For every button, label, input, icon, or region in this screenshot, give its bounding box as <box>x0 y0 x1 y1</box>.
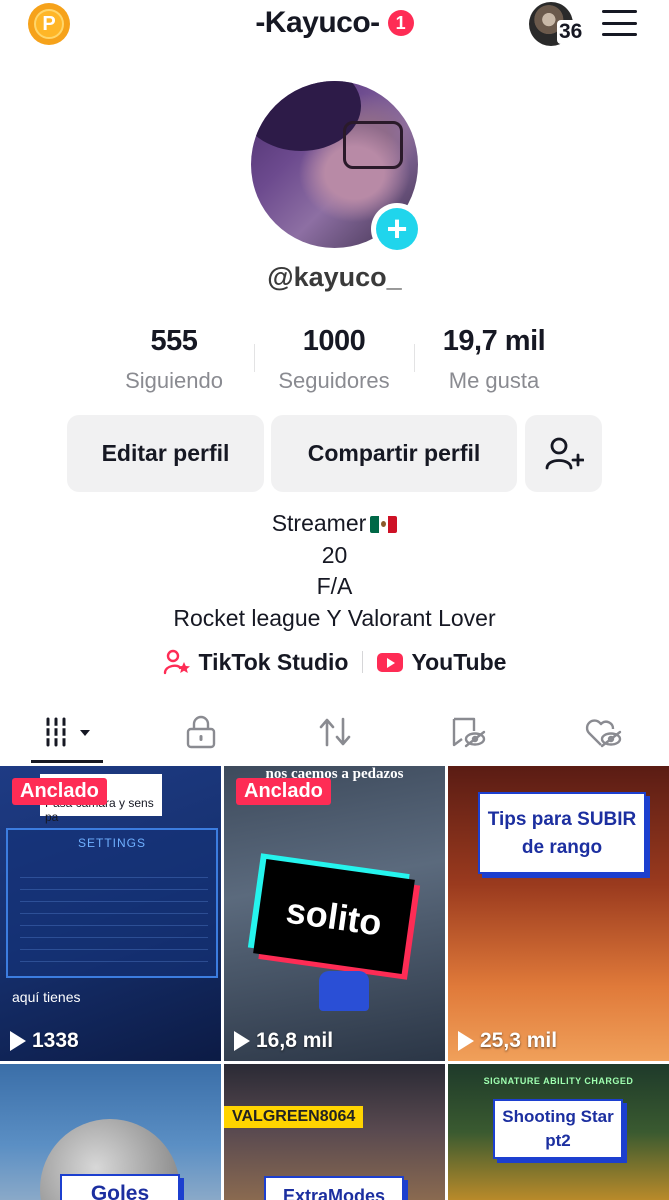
video-overlay-panel: SETTINGS <box>6 828 218 978</box>
stat-value: 19,7 mil <box>442 325 546 357</box>
tab-liked[interactable] <box>553 706 653 758</box>
car-image <box>319 971 369 1011</box>
profile-stats: 555 Siguiendo 1000 Seguidores 19,7 mil M… <box>94 325 575 394</box>
menu-icon[interactable] <box>602 10 637 36</box>
profile-bio: Streamer 20 F/A Rocket league Y Valorant… <box>0 508 669 634</box>
stat-likes[interactable]: 19,7 mil Me gusta <box>414 325 574 394</box>
video-thumbnail[interactable]: nos caemos a pedazos solito Anclado 16,8… <box>224 766 445 1061</box>
studio-icon <box>163 649 190 675</box>
profile-username: @kayuco_ <box>267 262 402 292</box>
bio-line: F/A <box>316 573 353 599</box>
video-sticker: solito <box>247 853 421 980</box>
stat-label: Me gusta <box>448 368 540 393</box>
content-tabs <box>0 706 669 764</box>
player-name-tag: VALGREEN8064 <box>224 1106 364 1128</box>
tiktok-studio-link[interactable]: TikTok Studio <box>163 648 349 676</box>
stat-followers[interactable]: 1000 Seguidores <box>254 325 414 394</box>
pinned-badge: Anclado <box>12 778 107 805</box>
video-caption: aquí tienes <box>12 989 81 1005</box>
video-thumbnail[interactable]: SIGNATURE ABILITY CHARGED Shooting Star … <box>448 1064 669 1200</box>
repost-icon <box>319 717 351 747</box>
youtube-label: YouTube <box>411 648 507 675</box>
bio-line: Rocket league Y Valorant Lover <box>173 604 496 631</box>
play-icon <box>458 1031 474 1051</box>
pinned-badge: Anclado <box>236 778 331 805</box>
tab-hidden[interactable] <box>418 706 518 758</box>
video-thumbnail[interactable]: VALGREEN8064 ExtraModes <box>224 1064 445 1200</box>
tab-reposts[interactable] <box>285 706 385 758</box>
page-title: -Kayuco- <box>255 6 380 39</box>
tab-videos[interactable] <box>22 706 122 758</box>
stat-label: Seguidores <box>278 368 390 393</box>
share-profile-button[interactable]: Compartir perfil <box>271 415 517 492</box>
hidden-heart-icon <box>585 719 622 748</box>
bio-line: 20 <box>321 541 348 568</box>
stat-value: 555 <box>150 325 198 357</box>
add-user-icon <box>545 437 584 469</box>
add-story-button[interactable]: + <box>371 203 423 255</box>
stat-value: 1000 <box>302 325 366 357</box>
video-title: Tips para SUBIR de rango <box>478 792 646 874</box>
video-banner: SIGNATURE ABILITY CHARGED <box>483 1076 634 1086</box>
top-bar: P -Kayuco- 1 36 <box>0 0 669 50</box>
accounts-count: 36 <box>557 20 585 44</box>
stat-following[interactable]: 555 Siguiendo <box>94 325 254 394</box>
bio-line: Streamer <box>0 508 669 540</box>
hidden-bookmark-icon <box>452 717 486 748</box>
play-icon <box>234 1031 250 1051</box>
view-count: 25,3 mil <box>458 1029 557 1053</box>
notification-badge: 1 <box>387 10 414 36</box>
video-title: Goles <box>60 1174 180 1200</box>
mexico-flag-icon <box>370 516 398 534</box>
tiktok-studio-label: TikTok Studio <box>198 648 349 675</box>
view-count: 16,8 mil <box>234 1029 333 1053</box>
youtube-icon <box>377 652 404 672</box>
video-thumbnail[interactable]: Tips para SUBIR de rango 25,3 mil <box>448 766 669 1061</box>
tab-private[interactable] <box>151 706 251 758</box>
youtube-link[interactable]: YouTube <box>377 649 506 676</box>
profile-links: TikTok Studio YouTube <box>0 648 669 676</box>
play-icon <box>10 1031 26 1051</box>
video-thumbnail[interactable]: Pasa cámara y sens pa SETTINGS aquí tien… <box>0 766 221 1061</box>
divider <box>254 344 255 372</box>
overlay-title: SETTINGS <box>77 836 146 850</box>
lock-icon <box>186 715 216 749</box>
divider <box>362 651 364 673</box>
active-tab-indicator <box>31 760 103 763</box>
edit-profile-button[interactable]: Editar perfil <box>67 415 264 492</box>
add-friends-button[interactable] <box>525 415 602 492</box>
video-thumbnail[interactable]: Goles <box>0 1064 221 1200</box>
grid-icon <box>43 717 90 747</box>
video-title: ExtraModes <box>264 1176 404 1200</box>
stat-label: Siguiendo <box>125 368 223 393</box>
video-title: Shooting Star pt2 <box>493 1099 623 1159</box>
plus-icon: + <box>376 208 418 250</box>
view-count: 1338 <box>10 1029 79 1053</box>
divider <box>414 344 415 372</box>
